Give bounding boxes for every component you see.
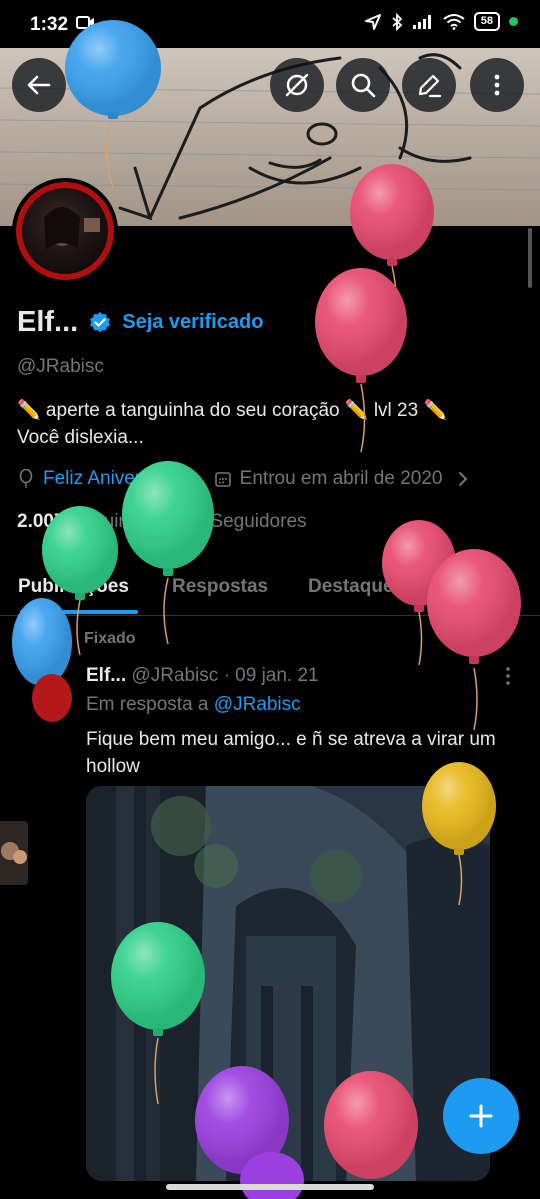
bio-line-2: Você dislexia...	[17, 427, 144, 448]
reply-context: Em resposta a @JRabisc	[86, 694, 301, 716]
post-image[interactable]	[86, 786, 490, 1181]
tab-artigos[interactable]: Artigos	[449, 576, 516, 598]
post-author-handle[interactable]: @JRabisc	[131, 665, 218, 686]
more-options-button[interactable]	[470, 58, 524, 112]
more-vertical-icon	[494, 74, 500, 96]
balloon-icon	[19, 469, 33, 488]
chevron-right-icon[interactable]	[456, 470, 470, 488]
follow-stats: 2.007 Seguindo 202 Seguidores	[17, 511, 307, 533]
signal-icon	[412, 14, 431, 29]
avatar-portrait	[44, 207, 100, 250]
tab-publicacoes[interactable]: Publicações	[18, 576, 129, 598]
status-right-icons: 58	[364, 12, 518, 31]
wifi-icon	[443, 14, 465, 30]
reply-prefix: Em resposta a	[86, 694, 209, 715]
compose-post-button[interactable]	[443, 1078, 519, 1154]
tab-destaques[interactable]: Destaques	[308, 576, 404, 598]
name-row: Elf... Seja verificado	[17, 306, 263, 339]
search-icon	[351, 73, 376, 98]
pin-icon	[62, 632, 72, 647]
avatar[interactable]	[12, 178, 118, 284]
scrollbar[interactable]	[528, 228, 532, 288]
get-verified-link[interactable]: Seja verificado	[122, 311, 263, 334]
edit-profile-button[interactable]	[402, 58, 456, 112]
followers-label: Seguidores	[210, 511, 307, 532]
ruins-artwork	[86, 786, 490, 1181]
plus-icon	[469, 1104, 493, 1128]
following-label: Seguindo	[69, 511, 151, 532]
tab-respostas[interactable]: Respostas	[172, 576, 268, 598]
reply-handle-link[interactable]: @JRabisc	[214, 694, 301, 715]
post-date: · 09 jan. 21	[223, 665, 319, 686]
thumbnail-image	[0, 821, 28, 885]
location-icon	[364, 13, 381, 30]
post-header: Elf... @JRabisc · 09 jan. 21	[86, 665, 319, 687]
profile-meta: Feliz Aniversário! Entrou em abril de 20…	[17, 468, 470, 490]
pinned-label: Fixado	[58, 630, 136, 648]
battery-indicator: 58	[473, 12, 500, 31]
back-button[interactable]	[12, 58, 66, 112]
block-button[interactable]	[270, 58, 324, 112]
followers-count: 202	[173, 511, 206, 532]
no-symbol-icon	[285, 73, 309, 97]
birthday-link[interactable]: Feliz Aniversário!	[43, 468, 188, 490]
user-handle: @JRabisc	[17, 356, 104, 377]
status-bar: 1:32 58	[0, 0, 540, 48]
post-text: Fique bem meu amigo... e ñ se atreva a v…	[86, 729, 496, 777]
home-indicator[interactable]	[166, 1184, 374, 1190]
calendar-icon	[214, 472, 231, 487]
following-stat[interactable]: 2.007 Seguindo	[17, 511, 150, 532]
avatar-image	[16, 182, 114, 280]
search-button[interactable]	[336, 58, 390, 112]
more-vertical-small-icon	[506, 667, 510, 685]
bluetooth-icon	[392, 12, 403, 31]
followers-stat[interactable]: 202 Seguidores	[173, 511, 306, 532]
status-time: 1:32	[30, 14, 69, 35]
status-left-icons	[76, 14, 120, 37]
active-tab-indicator	[20, 610, 138, 614]
pinned-text: Fixado	[84, 630, 136, 647]
display-name: Elf...	[17, 306, 79, 338]
edit-pencil-icon	[418, 74, 442, 98]
joined-date: Entrou em abril de 2020	[239, 468, 443, 489]
post-author-name[interactable]: Elf...	[86, 665, 126, 686]
privacy-dot	[509, 17, 518, 26]
bio-line-1: ✏️ aperte a tanguinha do seu coração ✏️ …	[17, 400, 448, 421]
post-more-button[interactable]	[505, 666, 511, 692]
verified-badge-icon[interactable]	[88, 311, 112, 335]
back-arrow-icon	[27, 75, 51, 95]
floating-thumbnail[interactable]	[0, 821, 28, 885]
following-count: 2.007	[17, 511, 65, 532]
video-icon	[76, 16, 118, 29]
bio: ✏️ aperte a tanguinha do seu coração ✏️ …	[17, 397, 522, 451]
balloon-blue-partial	[12, 598, 72, 722]
